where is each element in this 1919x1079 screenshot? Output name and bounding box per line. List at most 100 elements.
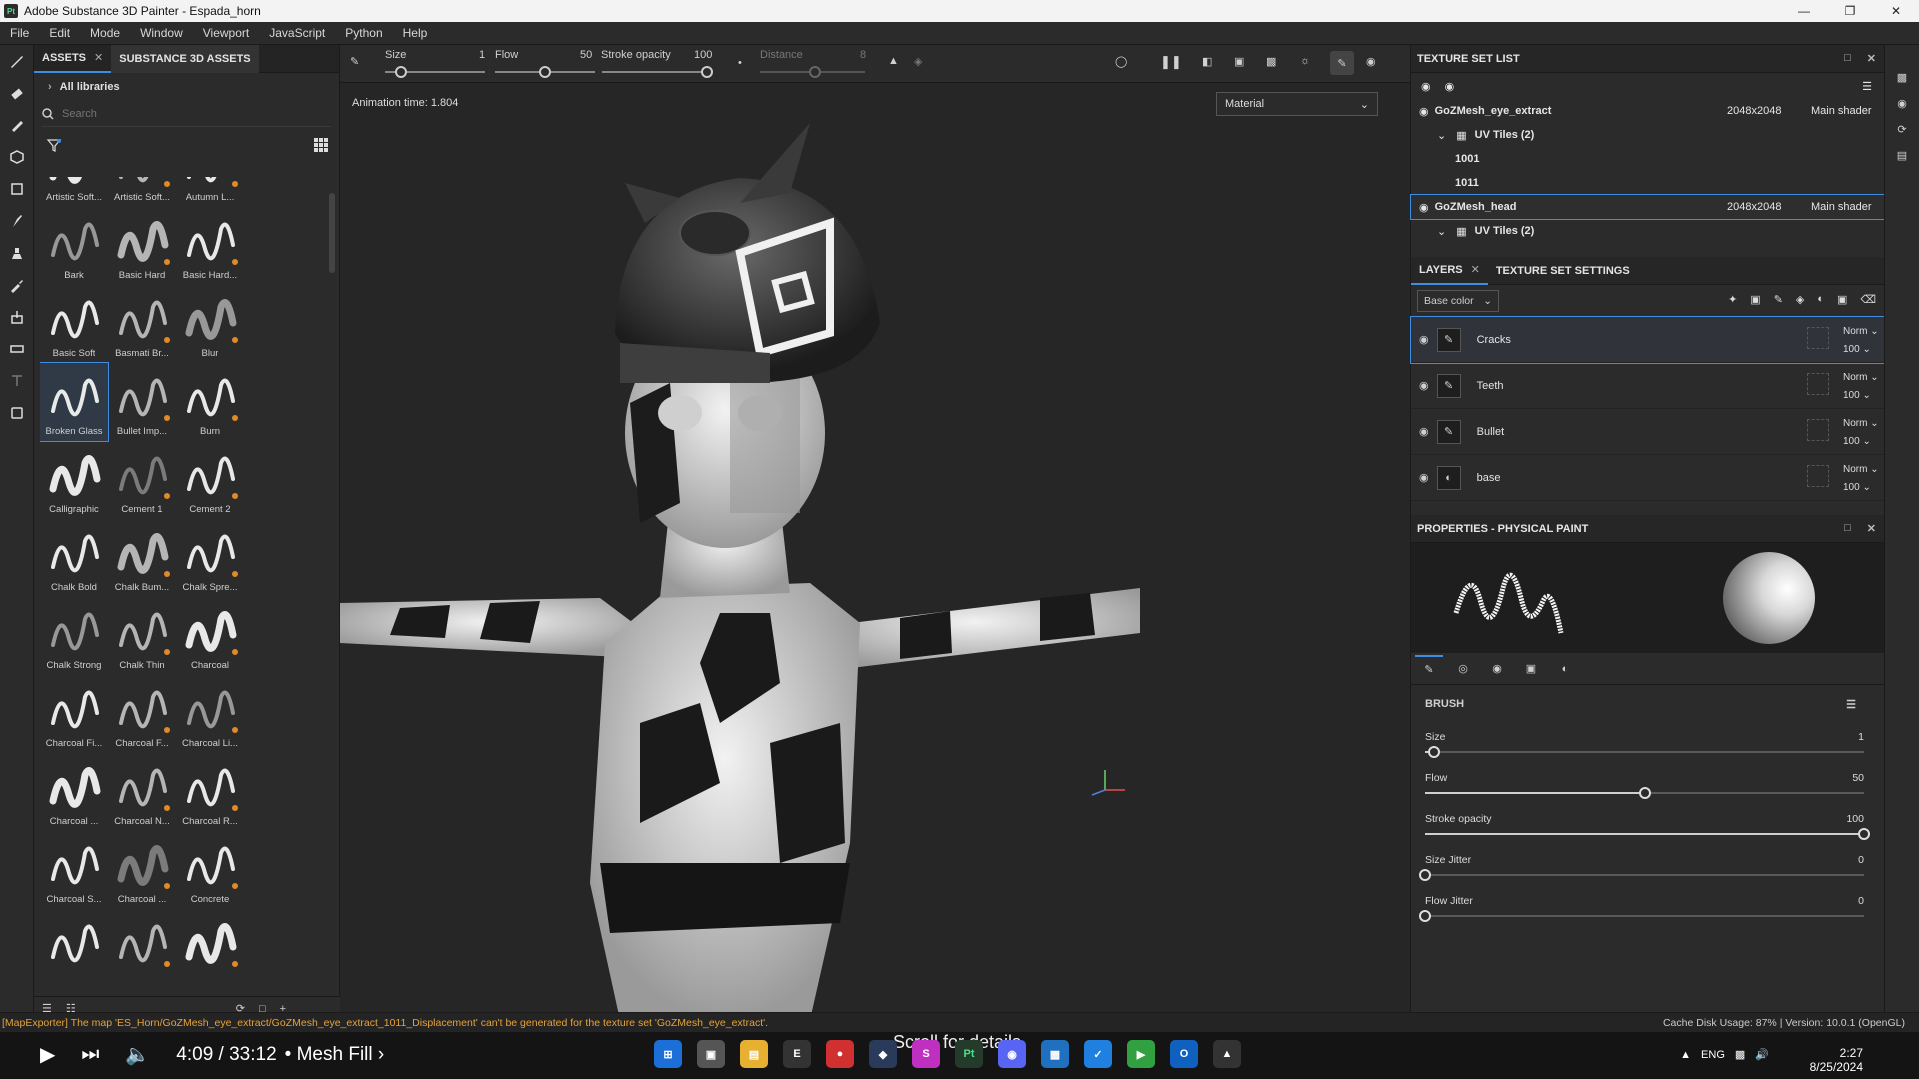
measure-tool-icon[interactable] [0,333,34,365]
brush-thumbnail[interactable]: Blur [176,285,244,363]
brush-thumbnail[interactable]: Charcoal ... [108,831,176,909]
tab-assets[interactable]: ASSETS ✕ [34,45,112,73]
uv-tiles-row[interactable]: ⌄ ▦ UV Tiles (2) [1411,123,1884,147]
view-cube-icon[interactable]: ▣ [1234,55,1244,68]
brush-thumbnail[interactable]: Charcoal [176,597,244,675]
brush-thumbnail[interactable]: Cement 2 [176,441,244,519]
distance-knob[interactable] [809,66,821,78]
menu-javascript[interactable]: JavaScript [259,26,335,40]
brush-thumbnail[interactable]: Charcoal S... [40,831,108,909]
filter-icon[interactable] [46,137,62,153]
blend-mode[interactable]: Norm [1843,372,1867,383]
brush-thumbnail[interactable]: Bullet Imp... [108,363,176,441]
mirror-icon[interactable]: ◧ [1202,55,1212,68]
menu-help[interactable]: Help [393,26,438,40]
slider-knob[interactable] [1858,828,1870,840]
layer-opacity[interactable]: 100 [1843,482,1860,493]
menu-viewport[interactable]: Viewport [193,26,259,40]
volume-icon[interactable]: 🔈 [125,1042,150,1067]
task-view-icon[interactable]: ▣ [697,1040,725,1068]
layer-mask-slot[interactable] [1807,419,1829,441]
material-tab-icon[interactable]: ◎ [1449,655,1477,683]
screenshot-icon[interactable]: ◉ [1366,55,1376,68]
app-icon[interactable]: ◆ [869,1040,897,1068]
brush-tab-icon[interactable]: ✎ [1415,654,1443,683]
layer-row[interactable]: ◉ ✎ Teeth Norm ⌄ 100 ⌄ [1411,363,1884,409]
eraser-tool-icon[interactable] [0,77,34,109]
slider-track[interactable] [1419,910,1864,922]
chevron-down-icon[interactable]: ⌄ [1437,129,1446,142]
shelf-icon[interactable]: ▩ [1885,71,1919,97]
eye-icon[interactable]: ◉ [1419,425,1429,438]
fill-icon[interactable]: ◈ [914,55,922,68]
slider-knob[interactable] [1427,746,1440,758]
clone-tool-icon[interactable] [0,237,34,269]
camera-icon[interactable]: ▩ [1266,55,1276,68]
close-button[interactable]: ✕ [1873,0,1919,22]
cc-icon[interactable]: ▩ [1735,1048,1745,1061]
slider-value[interactable]: 50 [1852,772,1864,784]
slider-track[interactable] [1419,869,1864,881]
visibility-toggle-icon[interactable]: ◉ [1421,80,1431,93]
brush-thumbnail[interactable]: Charcoal R... [176,753,244,831]
brush-thumbnail[interactable]: Calligraphic [40,441,108,519]
close-icon[interactable]: ✕ [94,51,103,64]
geometry-fill-tool-icon[interactable] [0,141,34,173]
slider-value[interactable]: 0 [1858,854,1864,866]
speaker-icon[interactable]: 🔊 [1755,1048,1769,1061]
next-icon[interactable]: ⏭ [81,1043,99,1066]
brush-thumbnail[interactable]: Chalk Spre... [176,519,244,597]
slider-value[interactable]: 100 [1846,813,1864,825]
slider-knob[interactable] [1419,910,1431,922]
brush-thumbnail[interactable]: Chalk Bum... [108,519,176,597]
brush-thumbnail[interactable]: Charcoal Li... [176,675,244,753]
brush-thumbnail[interactable]: Bark [40,207,108,285]
search-input[interactable] [62,107,282,120]
smart-material-icon[interactable]: ◐ [1817,293,1824,306]
slider-track[interactable] [1425,828,1870,840]
texture-set-row[interactable]: ◉ GoZMesh_eye_extract 2048x2048 Main sha… [1411,99,1884,123]
layer-mask-slot[interactable] [1807,465,1829,487]
eye-icon[interactable]: ◉ [1419,201,1429,214]
close-icon[interactable]: ✕ [1867,522,1876,535]
paint-brush-tool-icon[interactable] [0,45,34,77]
app-icon[interactable]: ▲ [1213,1040,1241,1068]
eye-icon[interactable]: ◉ [1445,80,1455,93]
chrome-icon[interactable]: ● [826,1040,854,1068]
chevron-down-icon[interactable]: ⌄ [1437,225,1446,238]
chapter-title[interactable]: • Mesh Fill › [285,1044,385,1066]
brush-thumbnail[interactable]: Charcoal F... [108,675,176,753]
uv-tile-row[interactable]: 1011 [1411,171,1884,195]
todo-icon[interactable]: ✓ [1084,1040,1112,1068]
blend-mode[interactable]: Norm [1843,418,1867,429]
assets-scrollbar[interactable] [329,193,335,273]
menu-mode[interactable]: Mode [80,26,130,40]
stencil-tab-icon[interactable]: ▣ [1517,655,1545,683]
add-folder-icon[interactable]: ▣ [1837,293,1847,306]
eye-icon[interactable]: ◉ [1419,379,1429,392]
particles-tab-icon[interactable]: ◐ [1551,655,1579,683]
painter-icon[interactable]: Pt [955,1040,983,1068]
minimize-button[interactable]: — [1781,0,1827,22]
brush-thumbnail[interactable]: Chalk Strong [40,597,108,675]
tray-icon[interactable]: ▲ [1680,1049,1691,1061]
system-clock[interactable]: 2:27 8/25/2024 [1810,1046,1863,1074]
brush-thumbnail[interactable]: Basic Soft [40,285,108,363]
slider-track[interactable] [1425,746,1864,758]
eye-icon[interactable]: ◉ [1419,333,1429,346]
file-explorer-icon[interactable]: ▤ [740,1040,768,1068]
lazy-mouse-icon[interactable]: • [738,57,742,69]
lighting-icon[interactable]: ☼ [1300,55,1310,67]
polygon-fill-tool-icon[interactable] [0,173,34,205]
smudge-tool-icon[interactable] [0,205,34,237]
epic-games-icon[interactable]: E [783,1040,811,1068]
alpha-tab-icon[interactable]: ◉ [1483,655,1511,683]
brush-thumbnail[interactable]: Autumn L... [176,177,244,207]
media-player-icon[interactable]: ▶ [1127,1040,1155,1068]
windows-start-icon[interactable]: ⊞ [654,1040,682,1068]
brush-thumbnail[interactable]: Artistic Soft... [108,177,176,207]
texture-set-row[interactable]: ◉ GoZMesh_head 2048x2048 Main shader [1410,194,1885,220]
picker-tool-icon[interactable] [0,269,34,301]
stroke-opacity-slider[interactable] [602,71,710,73]
brush-preset-icon[interactable]: ✎ [350,55,359,68]
